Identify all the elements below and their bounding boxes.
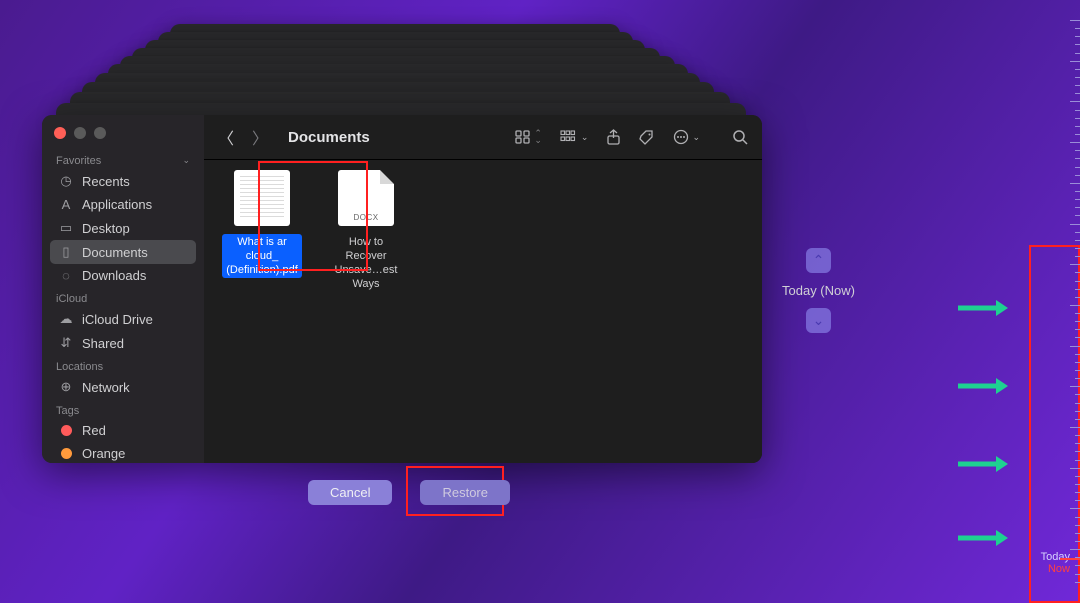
cancel-button[interactable]: Cancel bbox=[308, 480, 392, 505]
sidebar-item-downloads[interactable]: ◌ Downloads bbox=[50, 264, 196, 287]
fullscreen-button[interactable] bbox=[94, 127, 106, 139]
timeline-today-label: Today bbox=[1041, 551, 1070, 563]
applications-icon: A bbox=[58, 197, 74, 212]
timeline-ruler-labels: Today Now bbox=[1041, 551, 1070, 575]
forward-button[interactable]: 〉 bbox=[250, 125, 270, 149]
window-controls bbox=[50, 125, 196, 149]
document-icon: ▯ bbox=[58, 244, 74, 260]
timeline-ruler[interactable] bbox=[1070, 0, 1080, 603]
chevron-down-icon[interactable]: ⌄ bbox=[182, 155, 190, 167]
file-thumbnail-icon: DOCX bbox=[338, 170, 394, 226]
finder-main: 〈 〉 Documents ⌃⌄ ⌄ ⌄ bbox=[204, 115, 762, 463]
sidebar-item-label: Documents bbox=[82, 245, 148, 260]
sidebar-item-shared[interactable]: ⇵ Shared bbox=[50, 331, 196, 355]
sidebar-item-label: Applications bbox=[82, 197, 152, 212]
file-thumbnail-icon bbox=[234, 170, 290, 226]
file-grid[interactable]: What is ar cloud_ (Definition).pdf DOCX … bbox=[204, 159, 762, 463]
file-item[interactable]: What is ar cloud_ (Definition).pdf bbox=[222, 170, 302, 453]
sidebar-item-label: Network bbox=[82, 380, 130, 395]
sidebar-item-label: Downloads bbox=[82, 268, 146, 283]
timeline-label: Today (Now) bbox=[782, 283, 855, 298]
search-button[interactable] bbox=[730, 129, 750, 145]
window-title: Documents bbox=[288, 129, 370, 146]
sidebar-item-documents[interactable]: ▯ Documents bbox=[50, 240, 196, 264]
group-button[interactable]: ⌄ bbox=[558, 130, 591, 144]
finder-sidebar: Favorites ⌄ ◷ Recents A Applications ▭ D… bbox=[42, 115, 204, 463]
sidebar-item-recents[interactable]: ◷ Recents bbox=[50, 169, 196, 193]
sidebar-item-label: iCloud Drive bbox=[82, 312, 153, 327]
sidebar-item-desktop[interactable]: ▭ Desktop bbox=[50, 216, 196, 240]
annotation-arrow-icon bbox=[958, 456, 1008, 472]
tag-dot-icon bbox=[58, 425, 74, 436]
clock-icon: ◷ bbox=[58, 173, 74, 189]
sidebar-item-label: Red bbox=[82, 423, 106, 438]
tag-button[interactable] bbox=[637, 129, 657, 145]
file-name: How to Recover Unsave…est Ways bbox=[326, 234, 406, 292]
finder-window: Favorites ⌄ ◷ Recents A Applications ▭ D… bbox=[42, 115, 762, 463]
sidebar-section-icloud: iCloud bbox=[50, 287, 196, 307]
sidebar-section-locations: Locations bbox=[50, 355, 196, 375]
sidebar-section-favorites: Favorites ⌄ bbox=[50, 149, 196, 169]
sidebar-item-tag-red[interactable]: Red bbox=[50, 419, 196, 442]
annotation-arrow-icon bbox=[958, 378, 1008, 394]
back-button[interactable]: 〈 bbox=[216, 125, 236, 149]
cloud-icon: ☁ bbox=[58, 311, 74, 327]
sidebar-item-label: Shared bbox=[82, 336, 124, 351]
sidebar-item-icloud-drive[interactable]: ☁ iCloud Drive bbox=[50, 307, 196, 331]
sidebar-item-network[interactable]: ⊕ Network bbox=[50, 375, 196, 399]
action-buttons: Cancel Restore bbox=[308, 480, 510, 505]
network-icon: ⊕ bbox=[58, 379, 74, 395]
file-name: What is ar cloud_ (Definition).pdf bbox=[222, 234, 302, 278]
finder-toolbar: 〈 〉 Documents ⌃⌄ ⌄ ⌄ bbox=[204, 115, 762, 159]
sidebar-item-label: Recents bbox=[82, 174, 130, 189]
annotation-arrow-icon bbox=[958, 300, 1008, 316]
close-button[interactable] bbox=[54, 127, 66, 139]
shared-icon: ⇵ bbox=[58, 335, 74, 351]
sidebar-item-tag-orange[interactable]: Orange bbox=[50, 442, 196, 463]
desktop-icon: ▭ bbox=[58, 220, 74, 236]
minimize-button[interactable] bbox=[74, 127, 86, 139]
downloads-icon: ◌ bbox=[58, 268, 74, 283]
file-item[interactable]: DOCX How to Recover Unsave…est Ways bbox=[326, 170, 406, 453]
restore-button[interactable]: Restore bbox=[420, 480, 510, 505]
tag-dot-icon bbox=[58, 448, 74, 459]
sidebar-section-tags: Tags bbox=[50, 399, 196, 419]
more-button[interactable]: ⌄ bbox=[671, 129, 702, 145]
share-button[interactable] bbox=[604, 129, 623, 145]
timeline-now-label: Now bbox=[1041, 563, 1070, 575]
timeline-down-button[interactable]: ⌄ bbox=[806, 308, 831, 333]
sidebar-item-label: Desktop bbox=[82, 221, 130, 236]
timeline-up-button[interactable]: ⌃ bbox=[806, 248, 831, 273]
sidebar-item-label: Orange bbox=[82, 446, 125, 461]
view-grid-button[interactable]: ⌃⌄ bbox=[513, 130, 544, 144]
sidebar-item-applications[interactable]: A Applications bbox=[50, 193, 196, 216]
timeline-nav: ⌃ Today (Now) ⌄ bbox=[782, 248, 855, 333]
timeline-now-mark bbox=[1060, 558, 1080, 560]
annotation-arrow-icon bbox=[958, 530, 1008, 546]
